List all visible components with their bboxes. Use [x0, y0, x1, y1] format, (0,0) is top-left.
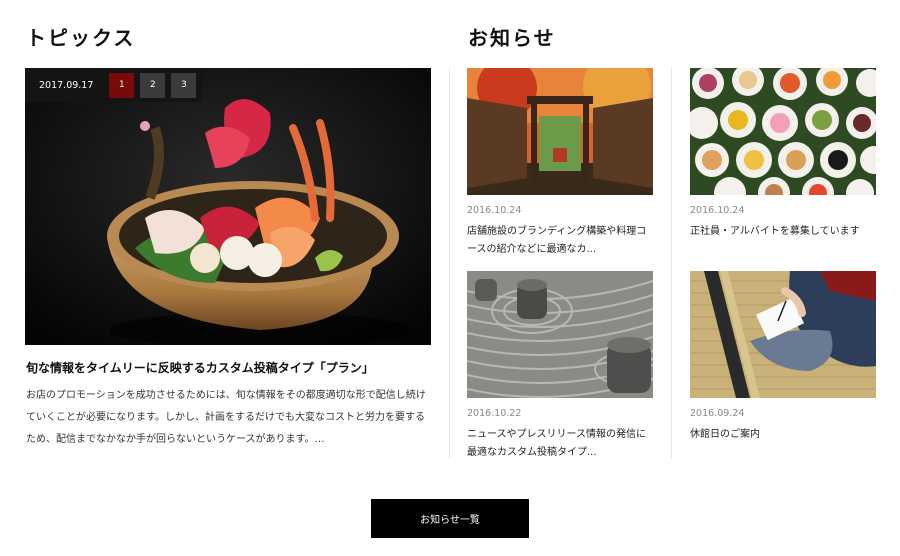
news-date: 2016.10.24	[467, 205, 522, 216]
news-item[interactable]: 2016.10.24 正社員・アルバイトを募集しています	[690, 68, 876, 241]
news-title[interactable]: ニュースやプレスリリース情報の発信に 最適なカスタム投稿タイプ...	[467, 426, 653, 462]
news-title[interactable]: 正社員・アルバイトを募集しています	[690, 223, 876, 241]
tatami-writing-thumbnail	[690, 271, 876, 398]
news-date: 2016.10.24	[690, 205, 745, 216]
pager-button-3[interactable]: 3	[171, 72, 197, 98]
news-title-line: 休館日のご案内	[690, 429, 760, 440]
news-list-button[interactable]: お知らせ一覧	[371, 499, 529, 538]
slider-pager-bar: 2017.09.17 1 2 3	[25, 68, 203, 102]
news-title-line: ースの紹介などに最適なカ...	[467, 244, 597, 255]
sashimi-bowl-image	[25, 68, 431, 345]
news-date: 2016.09.24	[690, 408, 745, 419]
excerpt-line: お店のプロモーションを成功させるためには、旬な情報をその都度適切な形で配信し続け	[26, 390, 426, 401]
zen-garden-thumbnail	[467, 271, 653, 398]
topic-slide-image[interactable]: 2017.09.17 1 2 3	[25, 68, 431, 345]
news-title[interactable]: 店舗施設のブランディング構築や料理コ ースの紹介などに最適なカ...	[467, 223, 653, 259]
news-item[interactable]: 2016.09.24 休館日のご案内	[690, 271, 876, 444]
excerpt-line: ため、配信までなかなか手が回らないというケースがあります。…	[26, 434, 325, 445]
slider-date: 2017.09.17	[39, 79, 94, 91]
news-title-line: 最適なカスタム投稿タイプ...	[467, 447, 597, 458]
news-item[interactable]: 2016.10.22 ニュースやプレスリリース情報の発信に 最適なカスタム投稿タ…	[467, 271, 653, 462]
pager-button-2[interactable]: 2	[140, 72, 166, 98]
news-date: 2016.10.22	[467, 408, 522, 419]
slider-pager: 1 2 3	[109, 72, 197, 98]
column-divider	[449, 68, 450, 458]
column-divider	[671, 68, 672, 458]
news-title-line: 正社員・アルバイトを募集しています	[690, 226, 860, 237]
small-dishes-thumbnail	[690, 68, 876, 195]
news-title-line: 店舗施設のブランディング構築や料理コ	[467, 226, 647, 237]
temple-gate-thumbnail	[467, 68, 653, 195]
topic-headline-link[interactable]: 旬な情報をタイムリーに反映するカスタム投稿タイプ「プラン」	[26, 359, 436, 376]
excerpt-line: ていくことが必要になります。しかし、計画をするだけでも大変なコストと労力を要する	[26, 412, 425, 423]
news-item[interactable]: 2016.10.24 店舗施設のブランディング構築や料理コ ースの紹介などに最適…	[467, 68, 653, 259]
news-title-line: ニュースやプレスリリース情報の発信に	[467, 429, 646, 440]
pager-button-1[interactable]: 1	[109, 72, 135, 98]
news-title[interactable]: 休館日のご案内	[690, 426, 876, 444]
topic-excerpt: お店のプロモーションを成功させるためには、旬な情報をその都度適切な形で配信し続け…	[26, 385, 432, 451]
topics-heading: トピックス	[26, 26, 136, 50]
news-heading: お知らせ	[468, 26, 556, 50]
